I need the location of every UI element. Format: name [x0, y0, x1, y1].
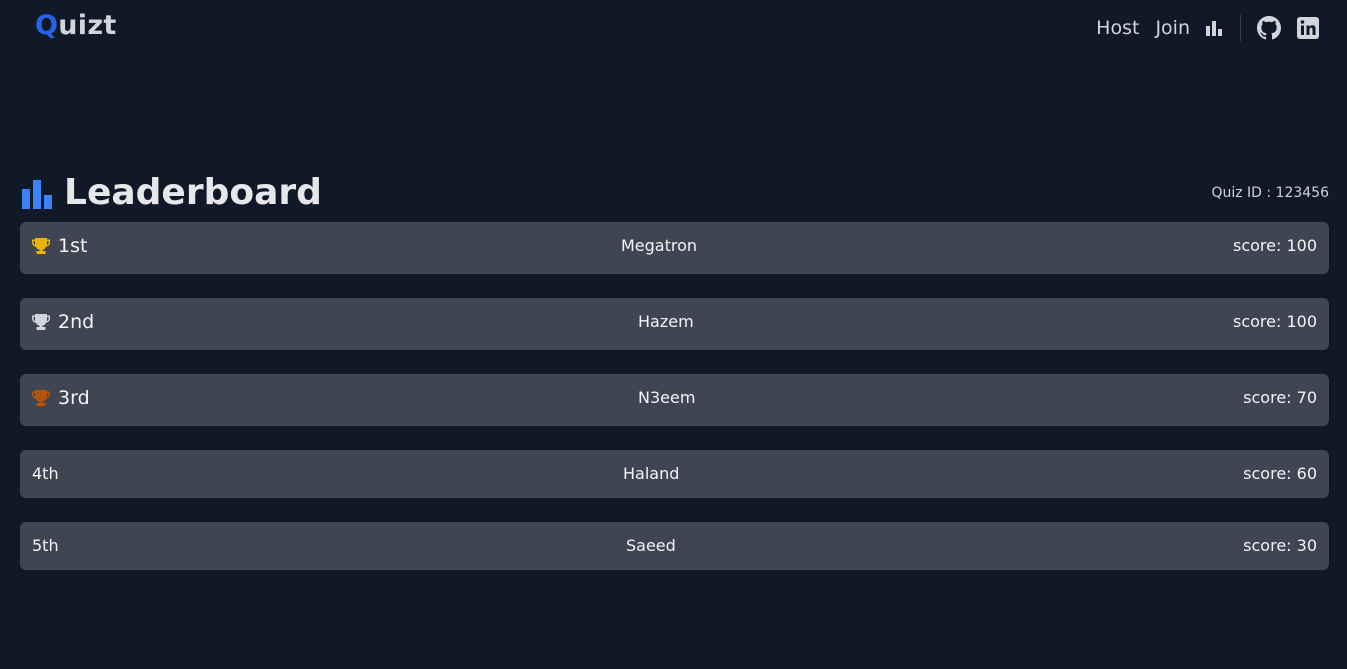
player-score: score: 100: [1232, 312, 1317, 331]
logo-q: Q: [35, 10, 59, 41]
nav-divider: [1240, 15, 1241, 41]
gold-trophy-icon: [32, 238, 50, 254]
leaderboard-row-1[interactable]: 1st Megatron score: 100: [20, 222, 1329, 274]
player-score: score: 70: [1243, 388, 1317, 407]
player-score: score: 30: [1243, 536, 1317, 555]
host-link[interactable]: Host: [1096, 17, 1139, 39]
leaderboard-row-3[interactable]: 3rd N3eem score: 70: [20, 374, 1329, 426]
player-name: Saeed: [626, 536, 676, 555]
quiz-id-label: Quiz ID : 123456: [1211, 185, 1329, 201]
player-score: score: 100: [1232, 236, 1317, 255]
rank-label: 3rd: [58, 387, 90, 409]
leaderboard-row-2[interactable]: 2nd Hazem score: 100: [20, 298, 1329, 350]
player-name: N3eem: [638, 388, 696, 407]
github-icon[interactable]: [1257, 16, 1281, 40]
leaderboard-row-5[interactable]: 5th Saeed score: 30: [20, 522, 1329, 570]
rank-cell: 1st: [32, 235, 87, 257]
rank-label: 1st: [58, 235, 88, 257]
rank-label: 5th: [32, 536, 59, 555]
rank-label: 4th: [32, 464, 59, 483]
join-link[interactable]: Join: [1155, 17, 1190, 39]
bronze-trophy-icon: [32, 390, 50, 406]
rank-cell: 3rd: [32, 387, 90, 409]
navbar: Quizt Host Join: [0, 0, 1347, 56]
app-logo[interactable]: Quizt: [35, 10, 117, 41]
logo-rest: uizt: [58, 10, 117, 41]
silver-trophy-icon: [32, 314, 50, 330]
page-title: Leaderboard: [64, 172, 322, 213]
rank-cell: 5th: [32, 536, 59, 555]
leaderboard-header: Leaderboard Quiz ID : 123456: [22, 172, 1329, 214]
rank-cell: 4th: [32, 464, 59, 483]
leaderboard-row-4[interactable]: 4th Haland score: 60: [20, 450, 1329, 498]
leaderboard-chart-icon: [22, 180, 53, 213]
player-name: Megatron: [621, 236, 698, 255]
rank-cell: 2nd: [32, 311, 94, 333]
player-name: Haland: [623, 464, 680, 483]
nav-links: Host Join: [1080, 14, 1319, 42]
rank-label: 2nd: [58, 311, 95, 333]
player-score: score: 60: [1243, 464, 1317, 483]
linkedin-icon[interactable]: [1297, 17, 1319, 39]
bar-chart-icon[interactable]: [1206, 20, 1223, 36]
player-name: Hazem: [638, 312, 694, 331]
